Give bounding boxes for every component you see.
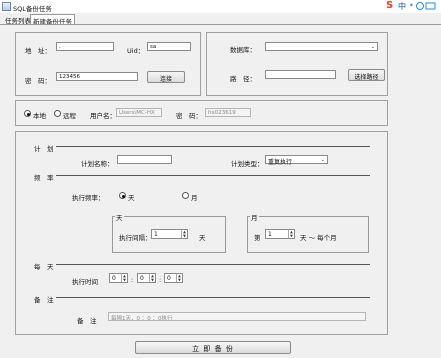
database-label: 数据库： [230, 46, 256, 54]
time-separator: : [131, 276, 134, 284]
tab-task-list[interactable]: 任务列表 [3, 14, 33, 25]
daily-divider [56, 264, 370, 265]
minute-spinner[interactable]: 0 ▲ ▼ [137, 273, 156, 283]
remark-divider [56, 297, 370, 298]
local-radio-label: 本地 [33, 112, 46, 120]
plan-name-label: 计划名称： [81, 160, 114, 168]
month-suffix: 天 ～ 每个月 [300, 234, 337, 242]
month-prefix: 第 [254, 234, 261, 242]
hour-value: 0 [112, 275, 116, 282]
system-tray-icons: S 中 • [384, 0, 441, 12]
dot-icon[interactable]: • [409, 1, 414, 10]
frequency-month-radio[interactable] [182, 192, 189, 199]
spinner-arrows-icon[interactable]: ▲ ▼ [288, 230, 294, 238]
tab-underline [0, 24, 441, 25]
path-label: 路 径： [230, 75, 256, 83]
second-spinner[interactable]: 0 ▲ ▼ [164, 273, 183, 283]
uid-input[interactable]: sa [147, 42, 191, 51]
daily-time-label: 执行时间 [72, 278, 98, 286]
spinner-arrows-icon[interactable]: ▲ ▼ [181, 230, 187, 238]
choose-path-button[interactable]: 选择路径 [348, 69, 385, 81]
address-label: 地 址： [25, 47, 51, 55]
remark-input[interactable]: 每隔1天，0 ：0 ：0执行 [108, 312, 366, 321]
month-group-title: 月 [250, 212, 259, 222]
interval-spinner[interactable]: 1 ▲ ▼ [151, 229, 188, 239]
frequency-divider [56, 175, 370, 176]
hour-spinner[interactable]: 0 ▲ ▼ [109, 273, 128, 283]
app-icon [2, 2, 11, 11]
remark-section-title: 备 注 [34, 296, 54, 304]
frequency-section-title: 频 率 [34, 174, 54, 182]
address-input[interactable]: . [56, 42, 114, 51]
interval-unit: 天 [199, 234, 206, 242]
remote-password-label: 密 码： [176, 112, 202, 120]
plan-section-title: 计 划 [34, 145, 54, 153]
plan-name-input[interactable] [117, 155, 172, 164]
month-group: 月 第 1 ▲ ▼ 天 ～ 每个月 [247, 212, 369, 253]
connection-panel: 地 址： . Uid： sa 密 码： 123456 连接 [15, 32, 201, 96]
local-radio[interactable] [24, 110, 31, 117]
month-day-spinner[interactable]: 1 ▲ ▼ [265, 229, 295, 239]
mic-keyboard-icons[interactable] [416, 1, 438, 11]
path-input[interactable] [265, 70, 336, 79]
tab-strip: 任务列表 新建备份任务 [0, 14, 441, 26]
connect-button[interactable]: 连接 [147, 71, 185, 83]
frequency-month-label: 月 [191, 194, 198, 202]
spinner-arrows-icon[interactable]: ▲ ▼ [149, 274, 155, 282]
chevron-down-icon: ⌄ [320, 157, 325, 163]
backup-now-button[interactable]: 立 即 备 份 [135, 341, 291, 354]
uid-label: Uid： [127, 47, 145, 55]
spinner-arrows-icon[interactable]: ▲ ▼ [121, 274, 127, 282]
password-input[interactable]: 123456 [56, 72, 138, 81]
month-day-value: 1 [268, 231, 272, 238]
title-bar [0, 0, 441, 13]
frequency-label: 执行频率： [72, 194, 105, 202]
frequency-day-radio[interactable] [119, 192, 126, 199]
tab-new-backup-task[interactable]: 新建备份任务 [30, 14, 75, 26]
day-group: 天 执行间隔： 1 ▲ ▼ 天 [112, 212, 226, 253]
plan-type-label: 计划类型： [231, 160, 264, 168]
chinese-input-icon[interactable]: 中 [398, 1, 406, 12]
remote-password-input[interactable]: hx023619 [205, 108, 251, 117]
frequency-day-label: 天 [128, 194, 135, 202]
location-panel: 本地 远程 用户名： Users\MC-HX 密 码： hx023619 [15, 100, 388, 126]
interval-label: 执行间隔： [119, 234, 152, 242]
username-label: 用户名： [90, 112, 116, 120]
day-group-title: 天 [115, 212, 124, 222]
database-select[interactable]: ⌄ [265, 42, 378, 51]
remote-radio-label: 远程 [63, 112, 76, 120]
plan-divider [56, 146, 370, 147]
chevron-down-icon: ⌄ [370, 44, 375, 50]
s-logo-icon[interactable]: S [386, 0, 393, 11]
daily-section-title: 每 天 [34, 263, 54, 271]
time-separator: : [159, 276, 162, 284]
username-input[interactable]: Users\MC-HX [116, 108, 162, 117]
interval-value: 1 [154, 231, 158, 238]
minute-value: 0 [140, 275, 144, 282]
plan-type-select[interactable]: 重复执行 ⌄ [265, 155, 328, 166]
spinner-arrows-icon[interactable]: ▲ ▼ [176, 274, 182, 282]
remote-radio[interactable] [54, 110, 61, 117]
password-label: 密 码： [25, 77, 51, 85]
window-title: SQL备份任务 [13, 5, 52, 13]
plan-type-value: 重复执行 [268, 159, 293, 166]
database-panel: 数据库： ⌄ 路 径： 选择路径 [206, 32, 388, 96]
remark-label: 备 注 [77, 317, 97, 325]
second-value: 0 [167, 275, 171, 282]
schedule-panel: 计 划 计划名称： 计划类型： 重复执行 ⌄ 频 率 执行频率： 天 月 天 执… [15, 131, 388, 335]
